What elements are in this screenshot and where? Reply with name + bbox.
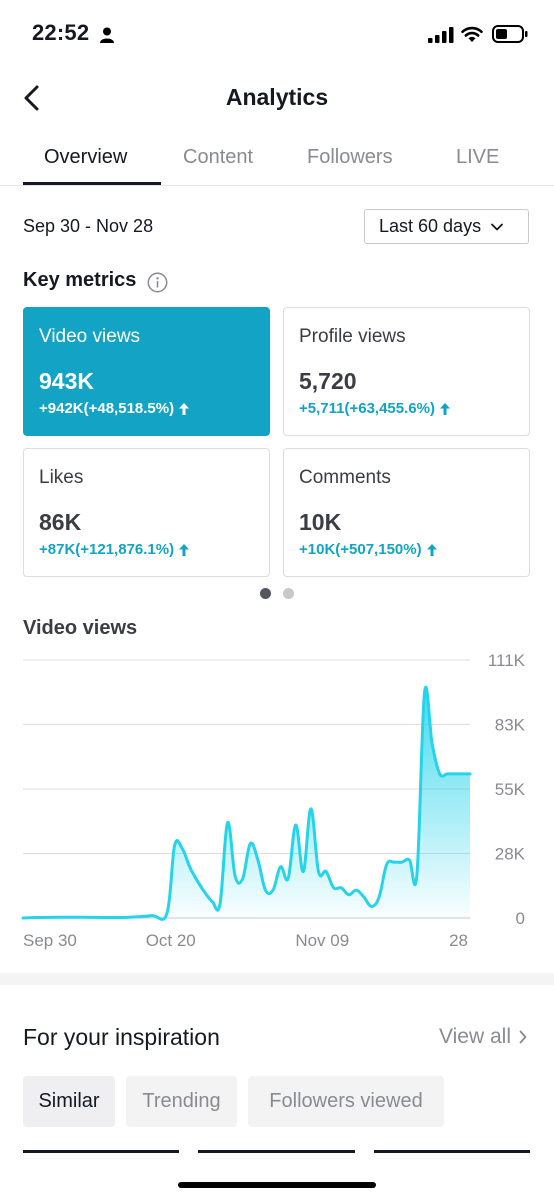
view-all-label: View all	[439, 1025, 511, 1048]
chevron-down-icon	[491, 223, 503, 230]
x-tick-label: 28	[449, 931, 468, 950]
date-range: Sep 30 - Nov 28	[23, 216, 154, 236]
y-tick-label: 0	[516, 909, 525, 928]
tabs-divider	[0, 185, 554, 186]
video-thumbnail-edge	[374, 1150, 530, 1153]
home-indicator	[178, 1182, 376, 1188]
video-views-chart: 0 28K 55K 83K 111K Sep 30 Oct 20 Nov 09 28	[21, 651, 526, 950]
metric-delta-text: +942K(+48,518.5%)	[39, 400, 175, 417]
metric-card-comments[interactable]: Comments 10K +10K(+507,150%)	[283, 448, 530, 577]
arrow-up-icon	[179, 402, 190, 415]
metric-delta: +5,711(+63,455.6%)	[299, 400, 450, 417]
arrow-up-icon	[426, 543, 437, 556]
pager-dot[interactable]	[283, 588, 294, 599]
y-tick-label: 28K	[495, 845, 526, 864]
battery-icon	[492, 25, 528, 43]
chart-area	[23, 687, 470, 920]
arrow-up-icon	[179, 543, 190, 556]
date-range-select-value: Last 60 days	[379, 216, 482, 236]
key-metrics-heading: Key metrics	[23, 269, 137, 291]
x-tick-label: Oct 20	[146, 931, 196, 950]
metric-delta-text: +5,711(+63,455.6%)	[299, 400, 435, 417]
date-range-select[interactable]: Last 60 days	[364, 209, 529, 244]
metric-value: 86K	[39, 509, 82, 535]
section-divider	[0, 973, 554, 985]
metric-label: Video views	[39, 326, 141, 347]
metric-delta: +10K(+507,150%)	[299, 541, 437, 558]
chip-similar[interactable]: Similar	[23, 1076, 115, 1127]
video-thumbnail-edge	[198, 1150, 355, 1153]
arrow-up-icon	[439, 402, 450, 415]
chart-title: Video views	[23, 617, 138, 639]
chevron-right-icon	[519, 1030, 527, 1044]
view-all-link[interactable]: View all	[439, 1025, 527, 1049]
video-thumbnail-edge	[23, 1150, 179, 1153]
metric-delta-text: +10K(+507,150%)	[299, 541, 422, 558]
info-icon[interactable]	[147, 272, 168, 293]
wifi-icon	[461, 26, 483, 42]
metric-value: 10K	[299, 509, 342, 535]
metric-label: Comments	[299, 467, 391, 488]
chip-followers-viewed[interactable]: Followers viewed	[248, 1076, 444, 1127]
inspiration-title: For your inspiration	[23, 1024, 220, 1050]
person-icon	[100, 27, 114, 43]
pager-dot-active[interactable]	[260, 588, 271, 599]
metric-label: Profile views	[299, 326, 406, 347]
metric-delta: +87K(+121,876.1%)	[39, 541, 190, 558]
chip-trending[interactable]: Trending	[126, 1076, 237, 1127]
cellular-signal-icon	[428, 27, 454, 43]
metric-card-likes[interactable]: Likes 86K +87K(+121,876.1%)	[23, 448, 270, 577]
metric-delta-text: +87K(+121,876.1%)	[39, 541, 175, 558]
y-tick-label: 55K	[495, 780, 526, 799]
x-tick-label: Nov 09	[295, 931, 349, 950]
tab-live[interactable]: LIVE	[456, 146, 499, 169]
metric-card-video-views[interactable]: Video views 943K +942K(+48,518.5%)	[23, 307, 270, 436]
page-title: Analytics	[225, 84, 329, 110]
tab-content[interactable]: Content	[183, 146, 253, 169]
tab-overview[interactable]: Overview	[44, 146, 127, 169]
tab-followers[interactable]: Followers	[307, 146, 393, 169]
y-tick-label: 83K	[495, 716, 526, 735]
metric-label: Likes	[39, 467, 84, 488]
x-tick-label: Sep 30	[23, 931, 77, 950]
metric-value: 943K	[39, 368, 94, 394]
metric-value: 5,720	[299, 368, 357, 394]
y-tick-label: 111K	[488, 651, 526, 670]
status-time: 22:52	[32, 20, 90, 45]
metric-card-profile-views[interactable]: Profile views 5,720 +5,711(+63,455.6%)	[283, 307, 530, 436]
metric-delta: +942K(+48,518.5%)	[39, 400, 190, 417]
